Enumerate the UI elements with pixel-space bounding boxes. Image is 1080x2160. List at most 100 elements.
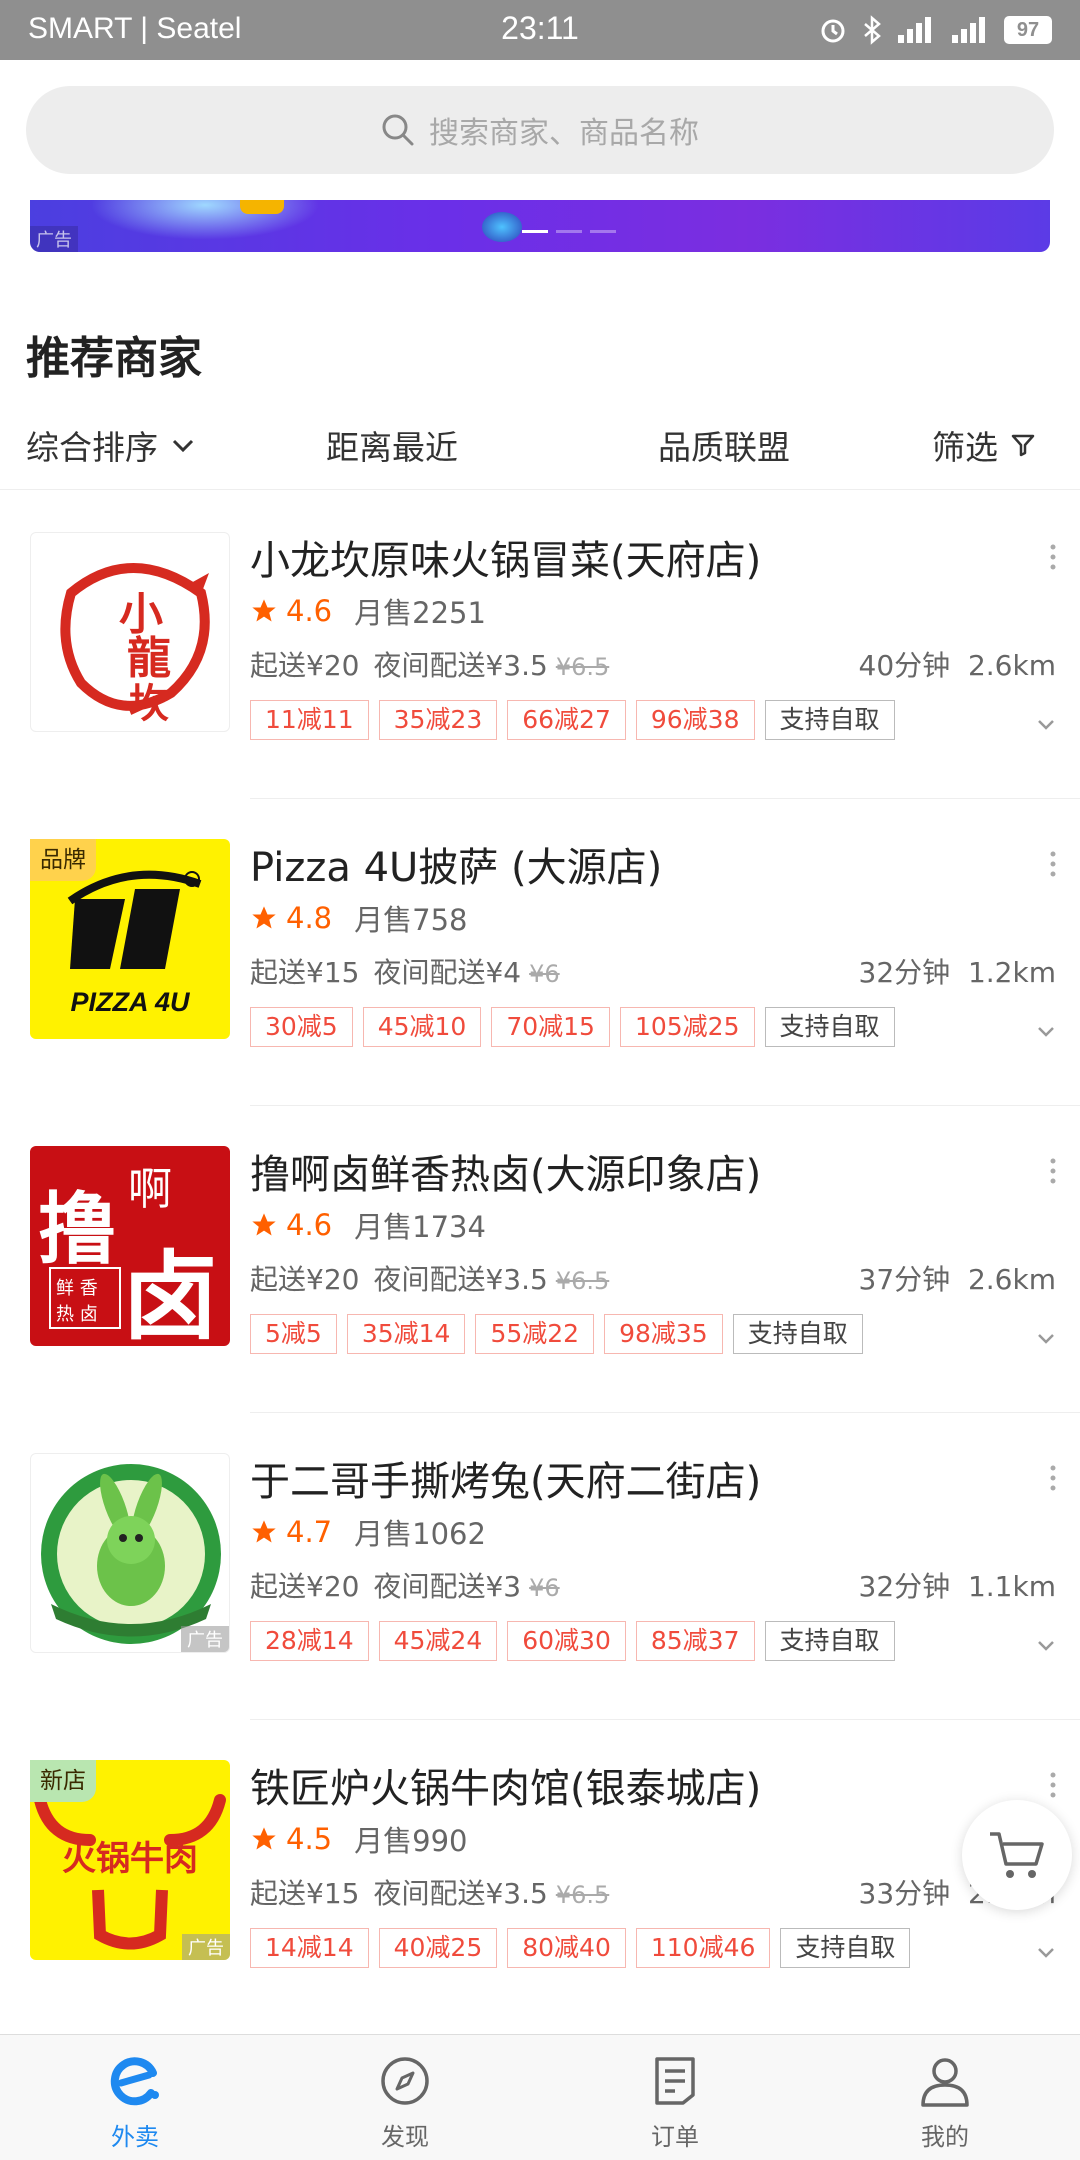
shop-card[interactable]: PIZZA 4U 品牌 Pizza 4U披萨 (大源店) 4.8 月售758 起… [0,799,1080,1106]
night-delivery-fee: 夜间配送¥3.5 [373,649,548,682]
sort-distance-label: 距离最近 [326,428,458,467]
distance: 1.1km [967,1570,1056,1603]
original-fee: ¥6.5 [555,1881,610,1909]
shop-card[interactable]: 撸 啊 卤 鲜 香 热 卤 撸啊卤鲜香热卤(大源印象店) 4.6 月售1734 … [0,1106,1080,1413]
nav-orders[interactable]: 订单 [540,2035,810,2160]
status-icons: 97 [818,12,1052,48]
more-icon[interactable] [1048,542,1058,572]
shop-rating: 4.6 月售2251 [250,590,486,632]
star-icon [252,1520,276,1543]
promo-tag: 85减37 [635,1621,755,1661]
promo-tags: 30减5 45减10 70减15 105减25 支持自取 [250,1007,895,1047]
sort-quality[interactable]: 品质联盟 [658,418,790,472]
svg-text:坎: 坎 [129,680,169,727]
nav-discover[interactable]: 发现 [270,2035,540,2160]
signal-4g-icon [952,17,985,43]
star-icon [252,1827,276,1850]
original-fee: ¥6.5 [555,1267,610,1295]
shop-time-distance: 32分钟 1.1km [859,1565,1056,1605]
nav-profile[interactable]: 我的 [810,2035,1080,2160]
alarm-icon [821,19,845,43]
svg-text:撸: 撸 [38,1184,116,1275]
min-order: 起送¥20 [250,1263,360,1296]
expand-chevron-icon[interactable] [1036,714,1056,734]
promo-tag: 28减14 [250,1621,369,1661]
promo-tag: 11减11 [250,700,369,740]
bluetooth-icon [864,15,881,45]
nav-orders-label: 订单 [651,2123,699,2151]
more-icon[interactable] [1048,1463,1058,1493]
shop-score: 4.7 [286,1515,333,1549]
promo-tags: 28减14 45减24 60减30 85减37 支持自取 [250,1621,895,1661]
night-delivery-fee: 夜间配送¥3.5 [373,1263,548,1296]
order-icon [655,2057,695,2105]
shop-time-distance: 37分钟 2.6km [859,1258,1056,1298]
more-icon[interactable] [1048,1156,1058,1186]
more-icon[interactable] [1048,849,1058,879]
shop-name: 撸啊卤鲜香热卤(大源印象店) [250,1152,762,1198]
expand-chevron-icon[interactable] [1036,1635,1056,1655]
shop-sales: 月售1734 [354,1210,486,1244]
logo-ad-label: 广告 [181,1626,229,1652]
banner-ad-label: 广告 [30,226,78,252]
shop-delivery-info: 起送¥20 夜间配送¥3.5 ¥6.5 [250,644,609,684]
bottom-nav: 外卖 发现 订单 我的 [0,2034,1080,2160]
promo-tag: 70减15 [491,1007,610,1047]
cart-button[interactable] [962,1800,1072,1910]
pickup-tag: 支持自取 [764,700,895,740]
promo-tag: 35减23 [378,700,498,740]
shop-rating: 4.6 月售1734 [250,1204,486,1246]
brand-badge: 品牌 [30,839,96,881]
min-order: 起送¥20 [250,1570,360,1603]
shop-card[interactable]: 火锅牛肉 广告 新店 铁匠炉火锅牛肉馆(银泰城店) 4.5 月售990 起送¥1… [0,1720,1080,2027]
svg-text:啊: 啊 [128,1164,172,1215]
night-delivery-fee: 夜间配送¥3.5 [373,1877,548,1910]
pickup-tag: 支持自取 [780,1928,911,1968]
promo-tag: 35减14 [346,1314,466,1354]
original-fee: ¥6 [529,960,560,988]
expand-chevron-icon[interactable] [1036,1328,1056,1348]
shop-rating: 4.5 月售990 [250,1818,467,1860]
shop-delivery-info: 起送¥20 夜间配送¥3.5 ¥6.5 [250,1258,609,1298]
star-icon [252,599,276,622]
shop-card[interactable]: 广告 于二哥手撕烤兔(天府二街店) 4.7 月售1062 起送¥20 夜间配送¥3… [0,1413,1080,1720]
logo-text: 火锅牛肉 [62,1839,198,1879]
sort-bar: 综合排序 距离最近 品质联盟 筛选 [0,418,1080,490]
promo-tag: 60减30 [507,1621,626,1661]
more-icon[interactable] [1048,1770,1058,1800]
filter-icon [1011,434,1035,457]
shop-card[interactable]: 小 龍 坎 小龙坎原味火锅冒菜(天府店) 4.6 月售2251 起送¥20 夜间配… [0,492,1080,799]
delivery-time: 32分钟 [858,956,951,989]
expand-chevron-icon[interactable] [1036,1942,1056,1962]
promo-tag: 14减14 [250,1928,369,1968]
section-title: 推荐商家 [26,333,202,384]
shop-time-distance: 32分钟 1.2km [859,951,1056,991]
promo-tag: 5减5 [250,1314,337,1354]
signal-icon [898,17,931,43]
chevron-down-icon [172,439,194,453]
shop-score: 4.5 [286,1822,333,1856]
sort-default[interactable]: 综合排序 [26,418,196,472]
expand-chevron-icon[interactable] [1036,1021,1056,1041]
distance: 2.6km [967,1263,1056,1296]
logo-text: PIZZA 4U [70,987,191,1017]
shop-name: 于二哥手撕烤兔(天府二街店) [250,1459,762,1505]
shop-score: 4.6 [286,1208,333,1242]
logo-ad-label: 广告 [182,1934,230,1960]
nav-takeout[interactable]: 外卖 [0,2035,270,2160]
night-delivery-fee: 夜间配送¥4 [373,956,522,989]
user-icon [921,2058,969,2107]
svg-text:鲜 香: 鲜 香 [56,1278,98,1299]
shop-logo: 广告 [30,1453,230,1653]
shop-score: 4.8 [286,901,333,935]
promo-banner[interactable]: 广告 [30,200,1050,252]
compass-icon [381,2057,429,2105]
shop-delivery-info: 起送¥15 夜间配送¥3.5 ¥6.5 [250,1872,609,1912]
search-bar[interactable]: 搜索商家、商品名称 [26,86,1054,174]
original-fee: ¥6.5 [555,653,610,681]
sort-filter[interactable]: 筛选 [932,418,1036,472]
night-delivery-fee: 夜间配送¥3 [373,1570,522,1603]
sort-distance[interactable]: 距离最近 [326,418,458,472]
banner-pager [522,230,616,233]
pickup-tag: 支持自取 [732,1314,863,1354]
